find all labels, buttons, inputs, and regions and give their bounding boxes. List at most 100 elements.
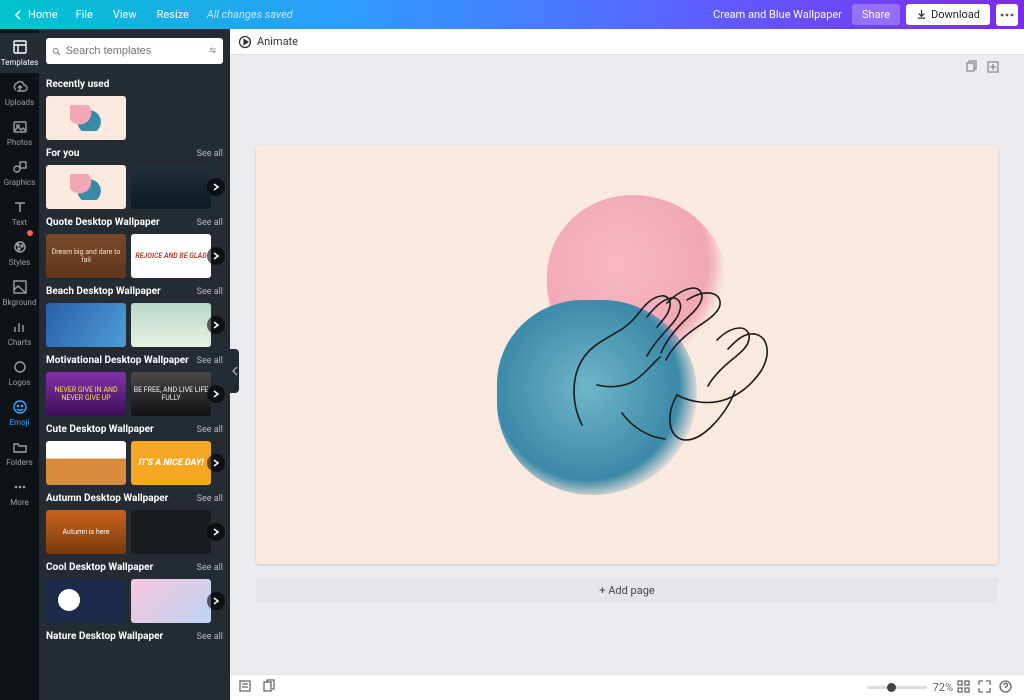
nav-photos[interactable]: Photos <box>0 113 39 153</box>
nav-graphics[interactable]: Graphics <box>0 153 39 193</box>
carousel-next-button[interactable] <box>207 247 225 265</box>
save-status: All changes saved <box>199 8 301 21</box>
chevron-left-icon <box>14 10 24 20</box>
nav-logos[interactable]: Logos <box>0 353 39 393</box>
nav-charts[interactable]: Charts <box>0 313 39 353</box>
download-button[interactable]: Download <box>906 4 990 25</box>
zoom-thumb[interactable] <box>887 683 896 692</box>
template-thumb[interactable]: NEVER GIVE IN AND NEVER GIVE UP <box>46 372 126 416</box>
search-icon <box>52 45 61 58</box>
search-input[interactable] <box>66 45 208 57</box>
context-toolbar: Animate <box>230 29 1024 55</box>
canvas-area[interactable]: + Add page <box>230 55 1024 674</box>
sliders-icon[interactable] <box>208 44 217 58</box>
add-page-bar[interactable]: + Add page <box>256 578 998 603</box>
template-thumb[interactable] <box>131 510 211 554</box>
nav-text[interactable]: Text <box>0 193 39 233</box>
duplicate-page-button[interactable] <box>964 59 978 78</box>
share-button[interactable]: Share <box>852 4 900 25</box>
carousel-next-button[interactable] <box>207 454 225 472</box>
notification-dot-icon <box>27 230 33 236</box>
nav-label: Uploads <box>5 98 34 107</box>
section-title: For you <box>46 148 79 159</box>
carousel-next-button[interactable] <box>207 316 225 334</box>
template-thumb[interactable] <box>131 579 211 623</box>
chevron-right-icon <box>212 252 220 260</box>
fullscreen-button[interactable] <box>974 680 995 696</box>
panel-scroll[interactable]: Recently used For you See all Quote Deskt… <box>39 73 230 700</box>
nav-label: Folders <box>6 458 32 467</box>
animate-button[interactable]: Animate <box>238 35 298 49</box>
template-thumb[interactable] <box>131 165 211 209</box>
see-all-link[interactable]: See all <box>197 563 223 573</box>
charts-icon <box>12 319 28 335</box>
carousel-next-button[interactable] <box>207 523 225 541</box>
more-button[interactable] <box>996 4 1018 26</box>
document-name[interactable]: Cream and Blue Wallpaper <box>703 8 852 21</box>
add-page-icon <box>986 60 1000 74</box>
chevron-right-icon <box>212 321 220 329</box>
section-title: Quote Desktop Wallpaper <box>46 217 160 228</box>
canvas-page[interactable] <box>256 145 998 564</box>
search-box[interactable] <box>46 38 223 64</box>
emoji-icon <box>12 399 28 415</box>
copy-icon <box>964 60 978 74</box>
help-button[interactable] <box>995 680 1016 696</box>
template-thumb[interactable] <box>46 441 126 485</box>
menu-file[interactable]: File <box>66 8 103 21</box>
carousel-next-button[interactable] <box>207 592 225 610</box>
workspace: Animate <box>230 29 1024 700</box>
template-thumb[interactable]: Dream big and dare to fail <box>46 234 126 278</box>
template-thumb[interactable]: Autumn is here <box>46 510 126 554</box>
template-thumb[interactable]: BE FREE, AND LIVE LIFE FULLY <box>131 372 211 416</box>
nav-more[interactable]: More <box>0 473 39 513</box>
nav-label: Styles <box>9 258 30 267</box>
thumb-text: Dream big and dare to fail <box>46 248 126 264</box>
templates-panel: Recently used For you See all Quote Deskt… <box>39 29 230 700</box>
nav-bkground[interactable]: Bkground <box>0 273 39 313</box>
see-all-link[interactable]: See all <box>197 149 223 159</box>
thumb-text: Autumn is here <box>63 528 110 536</box>
nav-styles[interactable]: Styles <box>0 233 39 273</box>
menu-resize[interactable]: Resize <box>147 8 199 21</box>
nav-emoji[interactable]: Emoji <box>0 393 39 433</box>
home-label: Home <box>28 8 58 21</box>
chevron-right-icon <box>212 183 220 191</box>
section-title-recent: Recently used <box>46 79 223 90</box>
template-thumb[interactable] <box>46 303 126 347</box>
template-thumb[interactable]: REJOICE AND BE GLAD <box>131 234 211 278</box>
add-page-button[interactable] <box>986 59 1000 78</box>
home-button[interactable]: Home <box>6 0 66 29</box>
nav-uploads[interactable]: Uploads <box>0 73 39 113</box>
chevron-right-icon <box>212 528 220 536</box>
carousel-next-button[interactable] <box>207 178 225 196</box>
carousel-next-button[interactable] <box>207 385 225 403</box>
nav-label: Text <box>12 218 27 227</box>
template-thumb[interactable] <box>46 96 126 140</box>
zoom-value[interactable]: 72% <box>933 681 953 694</box>
template-thumb[interactable] <box>131 303 211 347</box>
download-label: Download <box>931 8 980 21</box>
nav-label: Logos <box>8 378 30 387</box>
graphics-icon <box>12 159 28 175</box>
nav-templates[interactable]: Templates <box>0 33 39 73</box>
see-all-link[interactable]: See all <box>197 287 223 297</box>
menu-view[interactable]: View <box>103 8 147 21</box>
see-all-link[interactable]: See all <box>197 356 223 366</box>
see-all-link[interactable]: See all <box>197 425 223 435</box>
pages-button[interactable] <box>262 679 276 696</box>
template-thumb[interactable] <box>46 165 126 209</box>
zoom-slider[interactable] <box>867 686 927 689</box>
topbar: Home File View Resize All changes saved … <box>0 0 1024 29</box>
grid-icon <box>957 680 970 693</box>
chevron-right-icon <box>212 459 220 467</box>
nav-folders[interactable]: Folders <box>0 433 39 473</box>
template-thumb[interactable] <box>46 579 126 623</box>
artwork[interactable] <box>487 195 767 515</box>
see-all-link[interactable]: See all <box>197 494 223 504</box>
see-all-link[interactable]: See all <box>197 632 223 642</box>
notes-button[interactable] <box>238 679 252 696</box>
grid-view-button[interactable] <box>953 680 974 696</box>
template-thumb[interactable]: IT'S A NICE DAY! <box>131 441 211 485</box>
see-all-link[interactable]: See all <box>197 218 223 228</box>
